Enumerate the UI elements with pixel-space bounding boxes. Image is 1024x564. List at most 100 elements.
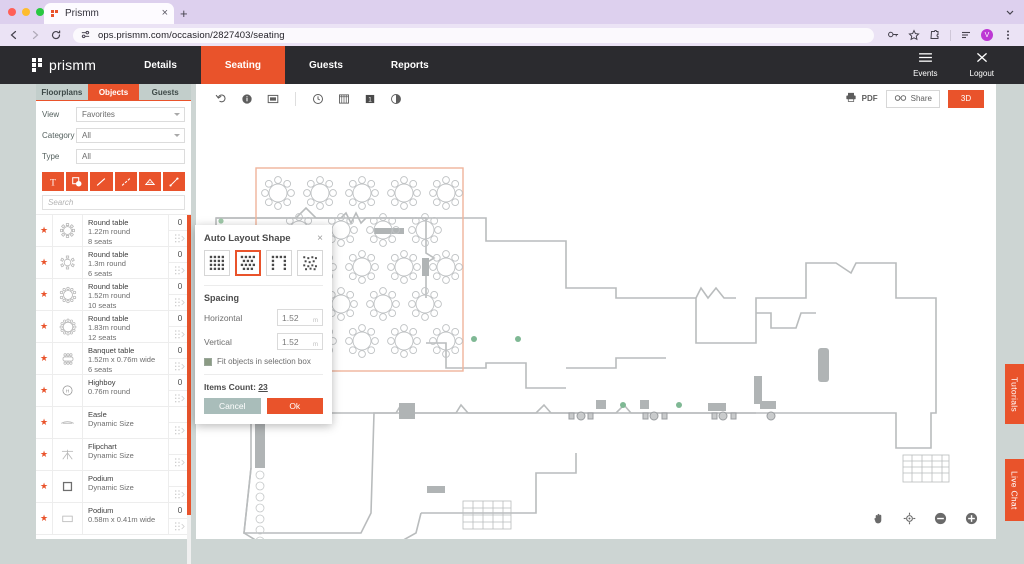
chevron-down-icon[interactable] xyxy=(1005,7,1014,16)
object-list[interactable]: ★ Round table 1.22m round 8 seats 0 ★ Ro… xyxy=(36,214,191,564)
back-arrow-icon[interactable] xyxy=(8,29,20,41)
round-table-icon xyxy=(53,311,83,342)
tab-guests[interactable]: Guests xyxy=(139,84,192,100)
browser-toolbar: ops.prismm.com/occasion/2827403/seating … xyxy=(0,24,1024,46)
vertical-input[interactable]: 1.52 m xyxy=(277,333,323,350)
list-icon[interactable] xyxy=(960,29,972,41)
events-button[interactable]: Events xyxy=(897,46,953,84)
category-select[interactable]: All xyxy=(76,128,185,143)
kebab-menu-icon[interactable] xyxy=(1002,29,1014,41)
logout-button[interactable]: Logout xyxy=(954,46,1010,84)
livechat-tab[interactable]: Live Chat xyxy=(1005,459,1024,521)
filter-type-label: Type xyxy=(42,152,60,161)
reload-icon[interactable] xyxy=(50,29,62,41)
list-item[interactable]: ★ Round table 1.52m round 10 seats 0 xyxy=(36,279,191,311)
zoom-in-icon[interactable] xyxy=(965,512,978,525)
favorite-star-icon[interactable]: ★ xyxy=(36,439,53,470)
minimize-window-button[interactable] xyxy=(22,8,30,16)
hamburger-icon xyxy=(918,52,933,66)
diagonal-layout-icon[interactable] xyxy=(297,250,323,276)
vertical-spacing-row: Vertical 1.52 m xyxy=(204,332,323,351)
tune-icon[interactable] xyxy=(80,29,92,41)
clock-icon[interactable] xyxy=(305,89,331,109)
favorite-star-icon[interactable]: ★ xyxy=(36,503,53,534)
ok-button[interactable]: Ok xyxy=(266,398,323,414)
favorite-star-icon[interactable]: ★ xyxy=(36,215,53,246)
riser-tool[interactable] xyxy=(138,172,161,191)
close-window-button[interactable] xyxy=(8,8,16,16)
list-item[interactable]: ★ Round table 1.83m round 12 seats 0 xyxy=(36,311,191,343)
line-tool[interactable] xyxy=(90,172,113,191)
favorite-star-icon[interactable]: ★ xyxy=(36,247,53,278)
grid-icon[interactable] xyxy=(331,89,357,109)
cancel-button[interactable]: Cancel xyxy=(204,398,261,414)
fit-objects-checkbox-row[interactable]: Fit objects in selection box xyxy=(204,356,323,374)
avatar[interactable]: V xyxy=(981,29,993,41)
close-icon[interactable]: × xyxy=(317,233,323,244)
search-input[interactable]: Search xyxy=(42,195,185,210)
maximize-window-button[interactable] xyxy=(36,8,44,16)
list-item-text: Highboy 0.76m round xyxy=(83,375,169,406)
zoom-out-icon[interactable] xyxy=(934,512,947,525)
list-item[interactable]: ★ Round table 1.3m round 6 seats 0 xyxy=(36,247,191,279)
brand-logo[interactable]: prismm xyxy=(0,46,120,84)
dashed-line-tool[interactable] xyxy=(114,172,137,191)
recenter-icon[interactable] xyxy=(903,512,916,525)
list-item[interactable]: ★ Easle Dynamic Size xyxy=(36,407,191,439)
nav-item-seating[interactable]: Seating xyxy=(200,46,286,84)
tutorials-tab[interactable]: Tutorials xyxy=(1005,364,1024,424)
favorite-star-icon[interactable]: ★ xyxy=(36,407,53,438)
share-button[interactable]: Share xyxy=(885,89,940,108)
podium-icon xyxy=(53,471,83,502)
checkbox-icon[interactable] xyxy=(204,357,212,366)
info-icon[interactable] xyxy=(234,89,260,109)
puzzle-icon[interactable] xyxy=(929,29,941,41)
horizontal-input[interactable]: 1.52 m xyxy=(277,309,323,326)
print-pdf-button[interactable]: PDF xyxy=(845,91,878,106)
list-item[interactable]: ★ Round table 1.22m round 8 seats 0 xyxy=(36,215,191,247)
forward-arrow-icon[interactable] xyxy=(29,29,41,41)
view-3d-button[interactable]: 3D xyxy=(948,89,984,108)
shape-options xyxy=(195,250,332,285)
tab-objects[interactable]: Objects xyxy=(87,84,140,100)
list-item[interactable]: ★ H Highboy 0.76m round 0 xyxy=(36,375,191,407)
list-scrollbar-track[interactable] xyxy=(187,215,191,564)
close-tab-button[interactable]: × xyxy=(162,8,168,19)
podium-icon xyxy=(53,503,83,534)
undo-icon[interactable] xyxy=(208,89,234,109)
notes-icon[interactable] xyxy=(260,89,286,109)
address-bar[interactable]: ops.prismm.com/occasion/2827403/seating xyxy=(73,27,874,43)
view-select[interactable]: Favorites xyxy=(76,107,185,122)
measure-tool[interactable] xyxy=(162,172,186,191)
favorite-star-icon[interactable]: ★ xyxy=(36,343,53,374)
list-scrollbar-thumb[interactable] xyxy=(187,215,191,515)
layer-1-icon[interactable]: 1 xyxy=(357,89,383,109)
tab-floorplans[interactable]: Floorplans xyxy=(36,84,88,100)
filter-view-label: View xyxy=(42,110,60,119)
key-icon[interactable] xyxy=(887,29,899,41)
text-tool[interactable]: T xyxy=(42,172,65,191)
type-select[interactable]: All xyxy=(76,149,185,164)
list-item[interactable]: ★ Banquet table 1.52m x 0.76m wide 6 sea… xyxy=(36,343,191,375)
shape-tool[interactable] xyxy=(66,172,89,191)
new-tab-button[interactable]: + xyxy=(180,6,188,21)
favorite-star-icon[interactable]: ★ xyxy=(36,375,53,406)
pan-hand-icon[interactable] xyxy=(872,512,885,525)
nav-item-reports[interactable]: Reports xyxy=(367,46,453,84)
favorite-star-icon[interactable]: ★ xyxy=(36,279,53,310)
favorite-star-icon[interactable]: ★ xyxy=(36,471,53,502)
staggered-layout-icon[interactable] xyxy=(235,250,261,276)
perimeter-layout-icon[interactable] xyxy=(266,250,292,276)
contrast-icon[interactable] xyxy=(383,89,409,109)
grid-layout-icon[interactable] xyxy=(204,250,230,276)
window-controls[interactable] xyxy=(8,8,44,16)
list-item[interactable]: ★ Podium 0.58m x 0.41m wide 0 xyxy=(36,503,191,535)
favorite-star-icon[interactable]: ★ xyxy=(36,311,53,342)
nav-item-details[interactable]: Details xyxy=(120,46,201,84)
filter-section: View Favorites Category All Type All xyxy=(36,101,191,172)
list-item[interactable]: ★ Flipchart Dynamic Size xyxy=(36,439,191,471)
browser-tab[interactable]: Prismm × xyxy=(44,3,174,24)
nav-item-guests[interactable]: Guests xyxy=(285,46,367,84)
star-icon[interactable] xyxy=(908,29,920,41)
list-item[interactable]: ★ Podium Dynamic Size xyxy=(36,471,191,503)
